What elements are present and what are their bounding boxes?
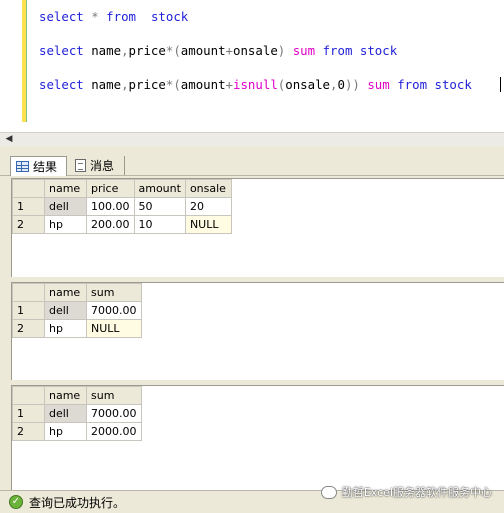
code-token: from xyxy=(397,77,428,92)
results-panel: name price amount onsale 1 dell 100.00 50 20 2 hp 2… xyxy=(0,176,504,490)
code-token: stock xyxy=(150,9,189,24)
code-token: from xyxy=(106,9,137,24)
tab-messages-label: 消息 xyxy=(90,159,115,173)
code-token: * xyxy=(91,9,99,24)
watermark-text: 勤哲Excel服务器软件服务中心 xyxy=(341,486,492,499)
grid-cell-onsale[interactable]: NULL xyxy=(184,215,232,234)
column-header-name[interactable]: name xyxy=(44,179,87,198)
code-token: price xyxy=(128,43,166,58)
code-token: price xyxy=(128,77,166,92)
column-header-name[interactable]: name xyxy=(44,386,87,405)
grid-corner-header[interactable] xyxy=(12,386,45,405)
code-token: onsale xyxy=(285,77,331,92)
code-token: *( xyxy=(165,43,181,58)
result-table-3: name sum 1 dell 7000.00 2 hp 2000.00 xyxy=(12,386,142,441)
code-token: from xyxy=(322,43,353,58)
grid-cell-sum[interactable]: 2000.00 xyxy=(86,422,142,441)
tab-results[interactable]: 结果 xyxy=(10,156,67,176)
table-row[interactable]: 2 hp 2000.00 xyxy=(12,422,142,441)
column-header-name[interactable]: name xyxy=(44,283,87,302)
code-token: + xyxy=(225,43,234,58)
row-number-header[interactable]: 1 xyxy=(12,301,45,320)
column-header-sum[interactable]: sum xyxy=(86,283,142,302)
result-tab-strip: 结果 消息 xyxy=(0,146,504,176)
table-row[interactable]: 1 dell 7000.00 xyxy=(12,404,142,423)
editor-horizontal-scrollbar[interactable]: ◀ xyxy=(0,132,504,146)
column-header-sum[interactable]: sum xyxy=(86,386,142,405)
grid-corner-header[interactable] xyxy=(12,179,45,198)
code-token: , xyxy=(121,43,129,58)
column-header-onsale[interactable]: onsale xyxy=(184,179,232,198)
grid-cell-onsale[interactable]: 20 xyxy=(184,197,232,216)
sql-editor[interactable]: select * from stock select name,price*(a… xyxy=(0,0,504,132)
column-header-price[interactable]: price xyxy=(86,179,135,198)
code-token: amount xyxy=(180,43,226,58)
wechat-logo-icon xyxy=(320,485,337,499)
tab-results-label: 结果 xyxy=(33,160,58,174)
code-token: *( xyxy=(165,77,181,92)
status-message: 查询已成功执行。 xyxy=(29,495,126,510)
result-grid-1[interactable]: name price amount onsale 1 dell 100.00 50 20 2 hp 2… xyxy=(11,178,504,277)
table-row[interactable]: 1 dell 7000.00 xyxy=(12,301,142,320)
grid-cell-name[interactable]: hp xyxy=(44,215,87,234)
table-row[interactable]: 2 hp NULL xyxy=(12,319,142,338)
code-token: sum xyxy=(367,77,390,92)
code-token: name xyxy=(83,43,122,58)
row-number-header[interactable]: 1 xyxy=(12,197,45,216)
row-number-header[interactable]: 2 xyxy=(12,215,45,234)
tab-messages[interactable]: 消息 xyxy=(70,156,125,175)
code-token: select xyxy=(39,9,84,24)
row-number-header[interactable]: 2 xyxy=(12,319,45,338)
grid-cell-name[interactable]: dell xyxy=(44,404,87,423)
code-token: select xyxy=(39,77,84,92)
grid-cell-price[interactable]: 200.00 xyxy=(86,215,135,234)
grid-cell-amount[interactable]: 50 xyxy=(133,197,186,216)
row-number-header[interactable]: 2 xyxy=(12,422,45,441)
code-token: )) xyxy=(344,77,360,92)
grid-cell-name[interactable]: dell xyxy=(44,301,87,320)
result-table-2: name sum 1 dell 7000.00 2 hp NULL xyxy=(12,283,142,338)
code-token: stock xyxy=(427,77,472,92)
editor-gutter-line xyxy=(26,0,27,122)
grid-cell-price[interactable]: 100.00 xyxy=(86,197,135,216)
code-line-3: select name,price*(amount+isnull(onsale,… xyxy=(39,77,472,93)
result-grid-2[interactable]: name sum 1 dell 7000.00 2 hp NULL xyxy=(11,282,504,380)
code-token: name xyxy=(83,77,122,92)
code-token: stock xyxy=(352,43,398,58)
text-caret xyxy=(500,77,501,92)
row-number-header[interactable]: 1 xyxy=(12,404,45,423)
code-line-2: select name,price*(amount+onsale) sum fr… xyxy=(39,43,397,59)
result-table-1: name price amount onsale 1 dell 100.00 50 20 2 hp 2… xyxy=(12,179,232,234)
grid-cell-sum[interactable]: 7000.00 xyxy=(86,301,142,320)
code-token: sum xyxy=(292,43,316,58)
table-row[interactable]: 1 dell 100.00 50 20 xyxy=(12,197,232,216)
scroll-left-arrow-icon[interactable]: ◀ xyxy=(2,134,16,145)
code-token: onsale xyxy=(233,43,278,58)
grid-cell-sum[interactable]: 7000.00 xyxy=(86,404,142,423)
grid-icon xyxy=(16,161,29,172)
watermark: 勤哲Excel服务器软件服务中心 xyxy=(320,484,492,500)
grid-cell-name[interactable]: hp xyxy=(44,319,87,338)
code-line-1: select * from stock xyxy=(39,9,188,25)
grid-cell-amount[interactable]: 10 xyxy=(133,215,186,234)
code-token: isnull xyxy=(233,77,278,92)
message-icon xyxy=(75,159,86,172)
grid-cell-sum[interactable]: NULL xyxy=(86,319,142,338)
grid-corner-header[interactable] xyxy=(12,283,45,302)
check-icon: ✓ xyxy=(9,495,23,509)
grid-cell-name[interactable]: hp xyxy=(44,422,87,441)
code-token: , xyxy=(121,77,129,92)
grid-cell-name[interactable]: dell xyxy=(44,197,87,216)
code-token: 0 xyxy=(337,77,345,92)
code-token: amount xyxy=(180,77,226,92)
table-row[interactable]: 2 hp 200.00 10 NULL xyxy=(12,215,232,234)
code-token: select xyxy=(39,43,84,58)
column-header-amount[interactable]: amount xyxy=(133,179,186,198)
code-token: + xyxy=(225,77,234,92)
result-grid-3[interactable]: name sum 1 dell 7000.00 2 hp 2000.00 xyxy=(11,385,504,490)
